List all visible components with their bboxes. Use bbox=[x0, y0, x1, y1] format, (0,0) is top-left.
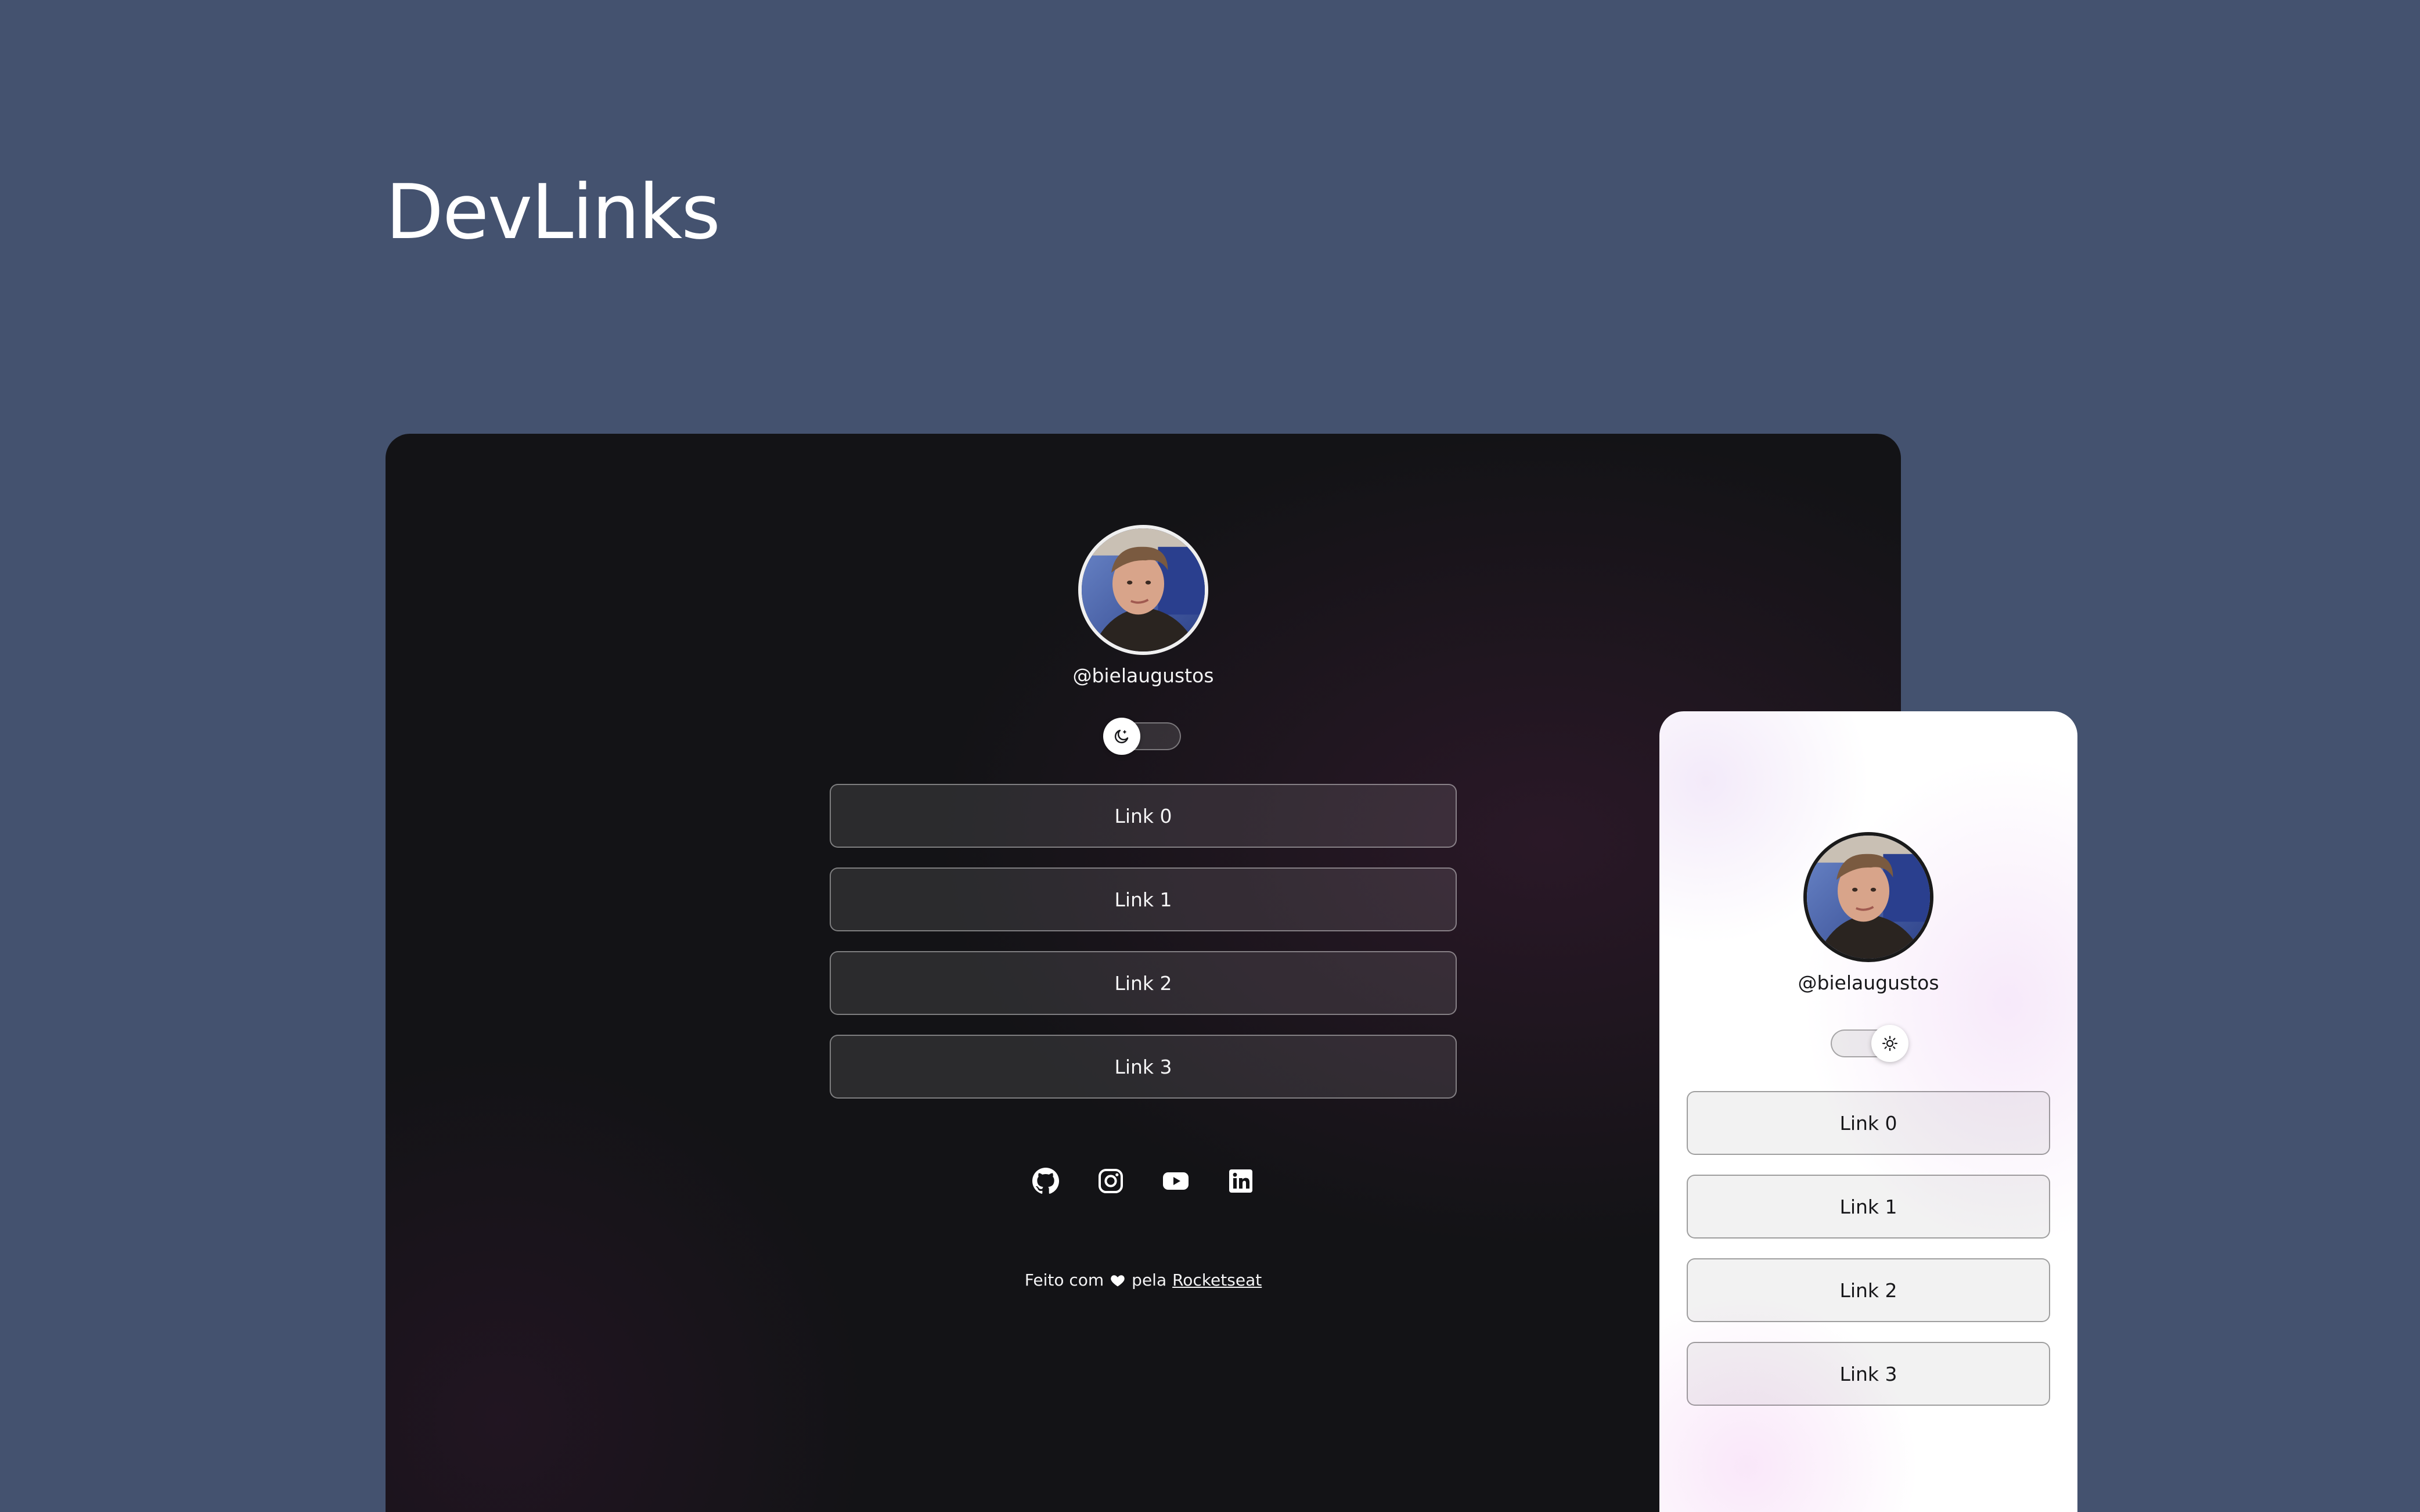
link-button[interactable]: Link 0 bbox=[1687, 1091, 2050, 1155]
page-title: DevLinks bbox=[386, 168, 721, 256]
switch-knob[interactable] bbox=[1871, 1025, 1908, 1062]
link-list: Link 0 Link 1 Link 2 Link 3 bbox=[1687, 1091, 2050, 1406]
switch-knob[interactable] bbox=[1103, 718, 1140, 755]
social-links bbox=[1027, 1162, 1259, 1200]
heart-icon bbox=[1110, 1272, 1126, 1288]
link-item: Link 0 bbox=[1687, 1091, 2050, 1155]
link-button[interactable]: Link 0 bbox=[830, 784, 1457, 848]
link-item: Link 3 bbox=[830, 1035, 1457, 1099]
github-link[interactable] bbox=[1027, 1162, 1064, 1200]
avatar bbox=[1078, 525, 1208, 655]
youtube-link[interactable] bbox=[1157, 1162, 1194, 1200]
link-item: Link 2 bbox=[1687, 1258, 2050, 1322]
link-list: Link 0 Link 1 Link 2 Link 3 bbox=[830, 784, 1457, 1099]
link-button[interactable]: Link 3 bbox=[830, 1035, 1457, 1099]
profile-photo bbox=[1807, 836, 1930, 959]
footer: Feito com pela Rocketseat bbox=[1025, 1270, 1262, 1290]
instagram-link[interactable] bbox=[1092, 1162, 1129, 1200]
link-item: Link 2 bbox=[830, 951, 1457, 1015]
youtube-icon bbox=[1163, 1172, 1189, 1190]
linkedin-link[interactable] bbox=[1222, 1162, 1259, 1200]
sun-icon bbox=[1882, 1036, 1897, 1051]
link-button[interactable]: Link 2 bbox=[1687, 1258, 2050, 1322]
github-icon bbox=[1032, 1168, 1059, 1194]
profile-photo bbox=[1082, 528, 1205, 651]
link-item: Link 1 bbox=[830, 867, 1457, 931]
moon-icon bbox=[1114, 729, 1129, 744]
light-theme-preview: @bielaugustos Link 0 Link 1 Link 2 Link … bbox=[1659, 711, 2077, 1512]
avatar bbox=[1803, 832, 1933, 962]
theme-switch[interactable] bbox=[1103, 718, 1181, 755]
link-button[interactable]: Link 3 bbox=[1687, 1342, 2050, 1406]
link-button[interactable]: Link 1 bbox=[1687, 1175, 2050, 1239]
username: @bielaugustos bbox=[1798, 971, 1939, 994]
footer-text: Feito com bbox=[1024, 1270, 1104, 1290]
footer-text: pela bbox=[1132, 1270, 1167, 1290]
link-item: Link 0 bbox=[830, 784, 1457, 848]
link-item: Link 1 bbox=[1687, 1175, 2050, 1239]
linkedin-icon bbox=[1229, 1169, 1252, 1193]
instagram-icon bbox=[1099, 1169, 1123, 1193]
rocketseat-link[interactable]: Rocketseat bbox=[1172, 1270, 1262, 1290]
profile-section: @bielaugustos Link 0 Link 1 Link 2 Link … bbox=[1659, 832, 2077, 1406]
link-button[interactable]: Link 1 bbox=[830, 867, 1457, 931]
theme-switch[interactable] bbox=[1831, 1025, 1908, 1062]
link-item: Link 3 bbox=[1687, 1342, 2050, 1406]
username: @bielaugustos bbox=[1072, 664, 1214, 687]
link-button[interactable]: Link 2 bbox=[830, 951, 1457, 1015]
